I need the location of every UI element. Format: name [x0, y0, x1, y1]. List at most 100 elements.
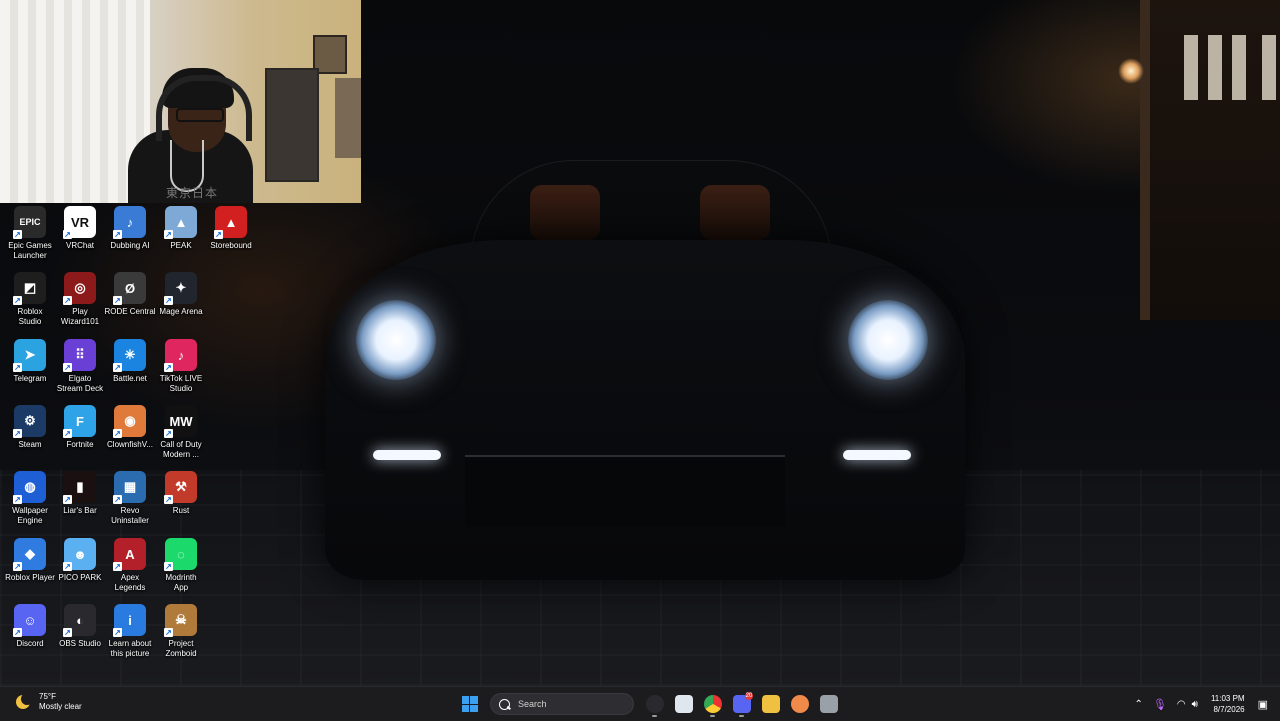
shortcut-arrow-icon: ↗: [113, 495, 122, 504]
telegram-icon: ➤ ↗: [13, 339, 46, 372]
shortcut-arrow-icon: ↗: [13, 230, 22, 239]
wallpaper-window: [1232, 35, 1246, 100]
system-tray: ⌃ 🎙︎ ◠ 🔊︎ 11:03 PM 8/7/2026 ▣: [1130, 687, 1280, 721]
volume-icon: 🔊︎: [1191, 698, 1198, 710]
modrinth-icon: ◌ ↗: [164, 538, 197, 571]
shortcut-arrow-icon: ↗: [13, 296, 22, 305]
desktop-icon-label: Mage Arena: [159, 307, 203, 316]
wallpaper-window: [1184, 35, 1198, 100]
desktop-icon[interactable]: ♪ ↗ TikTok LIVE Studio: [151, 339, 211, 394]
microphone-icon: 🎙︎: [1152, 698, 1167, 711]
chrome-icon: [703, 695, 722, 713]
shortcut-arrow-icon: ↗: [113, 562, 122, 571]
project-zomboid-icon: ☠ ↗: [164, 604, 197, 637]
settings-icon: [819, 695, 838, 713]
vrchat-icon: VR ↗: [63, 206, 96, 239]
desktop-icon-label: Storebound: [210, 241, 252, 250]
wizard101-icon: ◎ ↗: [63, 272, 96, 305]
chrome-button[interactable]: [698, 691, 727, 717]
taskbar-clock[interactable]: 11:03 PM 8/7/2026: [1203, 693, 1253, 715]
obs-taskbar-icon: [645, 695, 664, 713]
rode-central-icon: Ø ↗: [113, 272, 146, 305]
shortcut-arrow-icon: ↗: [13, 562, 22, 571]
clownfish-taskbar-button[interactable]: [785, 691, 814, 717]
rust-icon: ⚒ ↗: [164, 471, 197, 504]
microphone-tray-button[interactable]: 🎙︎: [1148, 691, 1172, 717]
search-icon: [499, 698, 510, 710]
file-explorer-button[interactable]: [756, 691, 785, 717]
weather-condition: Mostly clear: [39, 702, 82, 711]
clownfish-taskbar-icon: [790, 695, 809, 713]
wallpaper-headlight-right: [848, 300, 928, 380]
shortcut-arrow-icon: ↗: [164, 628, 173, 637]
apex-legends-icon: A ↗: [113, 538, 146, 571]
desktop-icon[interactable]: ▲ ↗ Storebound: [201, 206, 261, 251]
pico-park-icon: ☻ ↗: [63, 538, 96, 571]
shortcut-arrow-icon: ↗: [63, 429, 72, 438]
shortcut-arrow-icon: ↗: [113, 429, 122, 438]
shortcut-arrow-icon: ↗: [63, 628, 72, 637]
shortcut-arrow-icon: ↗: [214, 230, 223, 239]
desktop-icon[interactable]: MW ↗ Call of Duty Modern ...: [151, 405, 211, 460]
desktop-icon[interactable]: ✦ ↗ Mage Arena: [151, 272, 211, 317]
shortcut-arrow-icon: ↗: [63, 562, 72, 571]
running-indicator: [652, 715, 657, 717]
info-picture-icon: i ↗: [113, 604, 146, 637]
wallpaper-window: [1262, 35, 1276, 100]
moon-icon: [16, 693, 33, 710]
shortcut-arrow-icon: ↗: [164, 562, 173, 571]
shortcut-arrow-icon: ↗: [13, 495, 22, 504]
battlenet-icon: ✳ ↗: [113, 339, 146, 372]
notification-bell-icon: ▣: [1257, 698, 1268, 711]
desktop-icon[interactable]: ◌ ↗ Modrinth App: [151, 538, 211, 593]
search-placeholder: Search: [518, 699, 547, 709]
steam-icon: ⚙ ↗: [13, 405, 46, 438]
settings-button[interactable]: [814, 691, 843, 717]
revo-uninstaller-icon: ▦ ↗: [113, 471, 146, 504]
wifi-icon: ◠: [1176, 698, 1186, 710]
obs-taskbar-button[interactable]: [640, 691, 669, 717]
running-indicator: [710, 715, 715, 717]
photos-icon: [674, 695, 693, 713]
shortcut-arrow-icon: ↗: [13, 429, 22, 438]
wallpaper-car-seat: [700, 185, 770, 240]
shortcut-arrow-icon: ↗: [63, 296, 72, 305]
notifications-button[interactable]: ▣: [1253, 691, 1280, 717]
show-hidden-icons-button[interactable]: ⌃: [1130, 691, 1148, 717]
desktop-icon-label: Call of Duty Modern ...: [160, 440, 202, 459]
running-indicator: [739, 715, 744, 717]
taskbar-search-box[interactable]: Search: [490, 693, 634, 715]
shortcut-arrow-icon: ↗: [13, 363, 22, 372]
wallpaper-garage: [1140, 0, 1280, 320]
wallpaper-drl-left: [373, 450, 441, 460]
start-button[interactable]: [455, 691, 484, 717]
desktop-icon[interactable]: ⚒ ↗ Rust: [151, 471, 211, 516]
stream-deck-icon: ⠿ ↗: [63, 339, 96, 372]
webcam-shirt-text: 東京日本: [166, 186, 219, 200]
photos-button[interactable]: [669, 691, 698, 717]
shortcut-arrow-icon: ↗: [113, 296, 122, 305]
notification-badge: 20: [745, 692, 753, 700]
obs-studio-icon: ◐ ↗: [63, 604, 96, 637]
desktop-icon-label: Modrinth App: [165, 573, 197, 592]
desktop-icon[interactable]: ☠ ↗ Project Zomboid: [151, 604, 211, 659]
webcam-shoe-rack: [265, 68, 319, 182]
shortcut-arrow-icon: ↗: [164, 495, 173, 504]
wallpaper-lamp: [1118, 58, 1144, 84]
taskbar: 75°F Mostly clear Search 20 ⌃ 🎙︎ ◠ 🔊︎ 11…: [0, 686, 1280, 721]
shortcut-arrow-icon: ↗: [113, 230, 122, 239]
webcam-door: [335, 78, 361, 158]
discord-taskbar-button[interactable]: 20: [727, 691, 756, 717]
shortcut-arrow-icon: ↗: [164, 429, 173, 438]
network-volume-button[interactable]: ◠ 🔊︎: [1172, 691, 1203, 717]
wallpaper-car-seat: [530, 185, 600, 240]
tiktok-icon: ♪ ↗: [164, 339, 197, 372]
taskbar-center: Search 20: [455, 691, 843, 717]
wallpaper-car-grille: [465, 455, 785, 527]
wallpaper-engine-icon: ◍ ↗: [13, 471, 46, 504]
weather-widget[interactable]: 75°F Mostly clear: [16, 692, 82, 712]
wallpaper-drl-right: [843, 450, 911, 460]
peak-icon: ▲ ↗: [164, 206, 197, 239]
discord-icon: ☺ ↗: [13, 604, 46, 637]
roblox-studio-icon: ◩ ↗: [13, 272, 46, 305]
